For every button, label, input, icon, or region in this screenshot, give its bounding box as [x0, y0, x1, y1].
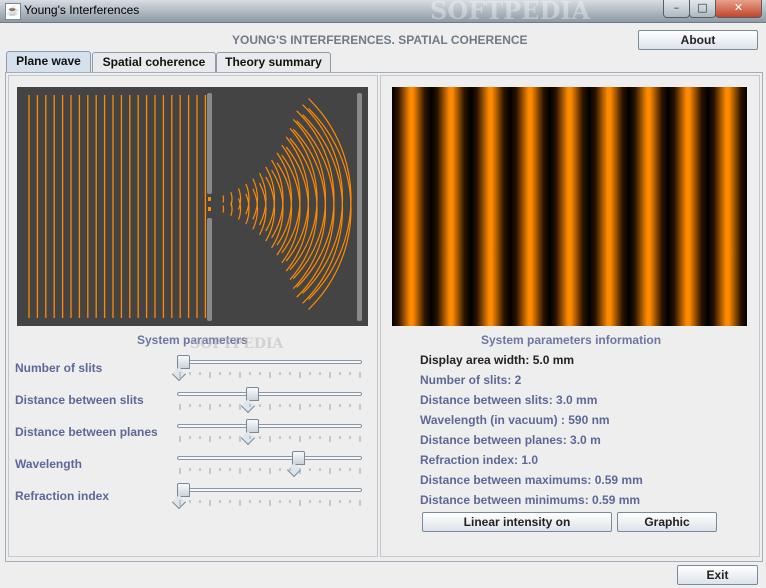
slider-ticks — [179, 404, 361, 410]
circular-wavefront — [222, 205, 225, 213]
slider-ticks — [179, 372, 361, 378]
slider-ticks — [179, 468, 361, 474]
slider-track — [177, 392, 362, 396]
circular-wavefront — [289, 127, 318, 271]
slider-track — [177, 456, 362, 460]
circular-wavefront — [285, 146, 310, 272]
param-label-refraction-index: Refraction index — [15, 489, 110, 503]
slit-opening — [208, 197, 211, 201]
slider-thumb[interactable] — [177, 355, 190, 369]
circular-wavefront — [296, 110, 335, 288]
slider-thumb[interactable] — [245, 419, 259, 433]
slit-opening — [208, 207, 211, 211]
info-refraction-index: Refraction index: 1.0 — [420, 453, 539, 467]
circular-wavefront — [296, 120, 335, 298]
info-distance-between-slits: Distance between slits: 3.0 mm — [420, 393, 598, 407]
slit-barrier-upper — [207, 93, 212, 194]
tab-theory-summary[interactable]: Theory summary — [216, 52, 331, 72]
distance-between-planes-slider[interactable] — [177, 419, 363, 442]
info-number-of-slits: Number of slits: 2 — [420, 373, 522, 387]
tab-spatial-coherence[interactable]: Spatial coherence — [92, 52, 216, 72]
tab-plane-wave[interactable]: Plane wave — [6, 51, 91, 72]
slider-track — [177, 360, 362, 364]
refraction-index-slider[interactable] — [177, 483, 363, 506]
interference-pattern-canvas — [392, 87, 747, 326]
close-button[interactable]: ✕ — [715, 0, 762, 18]
param-label-distance-between-slits: Distance between slits — [15, 393, 144, 407]
display-area-width: Display area width: 5.0 mm — [420, 353, 575, 367]
linear-intensity-button[interactable]: Linear intensity on — [422, 512, 612, 532]
distance-between-slits-slider[interactable] — [177, 387, 363, 410]
title-bar: ☕ Young's Interferences – □ ✕ — [0, 0, 766, 23]
slider-thumb[interactable] — [245, 387, 259, 401]
slider-ticks — [179, 500, 361, 506]
system-info-title: System parameters information — [481, 333, 662, 347]
slider-thumb[interactable] — [292, 451, 306, 465]
info-wavelength: Wavelength (in vacuum) : 590 nm — [420, 413, 610, 427]
param-label-number-of-slits: Number of slits — [15, 361, 103, 375]
number-of-slits-slider[interactable] — [177, 355, 363, 378]
slider-track — [177, 424, 362, 428]
slit-barrier-lower — [207, 218, 212, 321]
param-label-distance-between-planes: Distance between planes — [15, 425, 158, 439]
maximize-button[interactable]: □ — [689, 0, 716, 18]
graphic-button[interactable]: Graphic — [617, 512, 717, 532]
info-distance-between-minimums: Distance between minimums: 0.59 mm — [420, 493, 641, 507]
circular-wavefront — [222, 195, 225, 203]
about-button[interactable]: About — [638, 30, 758, 50]
info-distance-between-planes: Distance between planes: 3.0 m — [420, 433, 601, 447]
slider-ticks — [179, 436, 361, 442]
wavelength-slider[interactable] — [177, 451, 363, 474]
info-distance-between-maximums: Distance between maximums: 0.59 mm — [420, 473, 643, 487]
wave-simulation-graphic — [28, 93, 362, 321]
exit-button[interactable]: Exit — [677, 565, 758, 585]
java-app-icon: ☕ — [5, 3, 21, 20]
slider-thumb[interactable] — [177, 483, 190, 497]
system-parameters-title: System parameters — [137, 333, 248, 347]
circular-wavefront — [230, 202, 233, 216]
wave-simulation-canvas — [17, 87, 368, 326]
window-title: Young's Interferences — [24, 3, 140, 17]
app-heading: YOUNG'S INTERFERENCES. SPATIAL COHERENCE — [232, 33, 528, 47]
circular-wavefront — [285, 136, 310, 262]
minimize-button[interactable]: – — [663, 0, 690, 18]
observation-screen — [357, 93, 362, 321]
param-label-wavelength: Wavelength — [15, 457, 82, 471]
circular-wavefront — [289, 137, 318, 281]
slider-track — [177, 488, 362, 492]
